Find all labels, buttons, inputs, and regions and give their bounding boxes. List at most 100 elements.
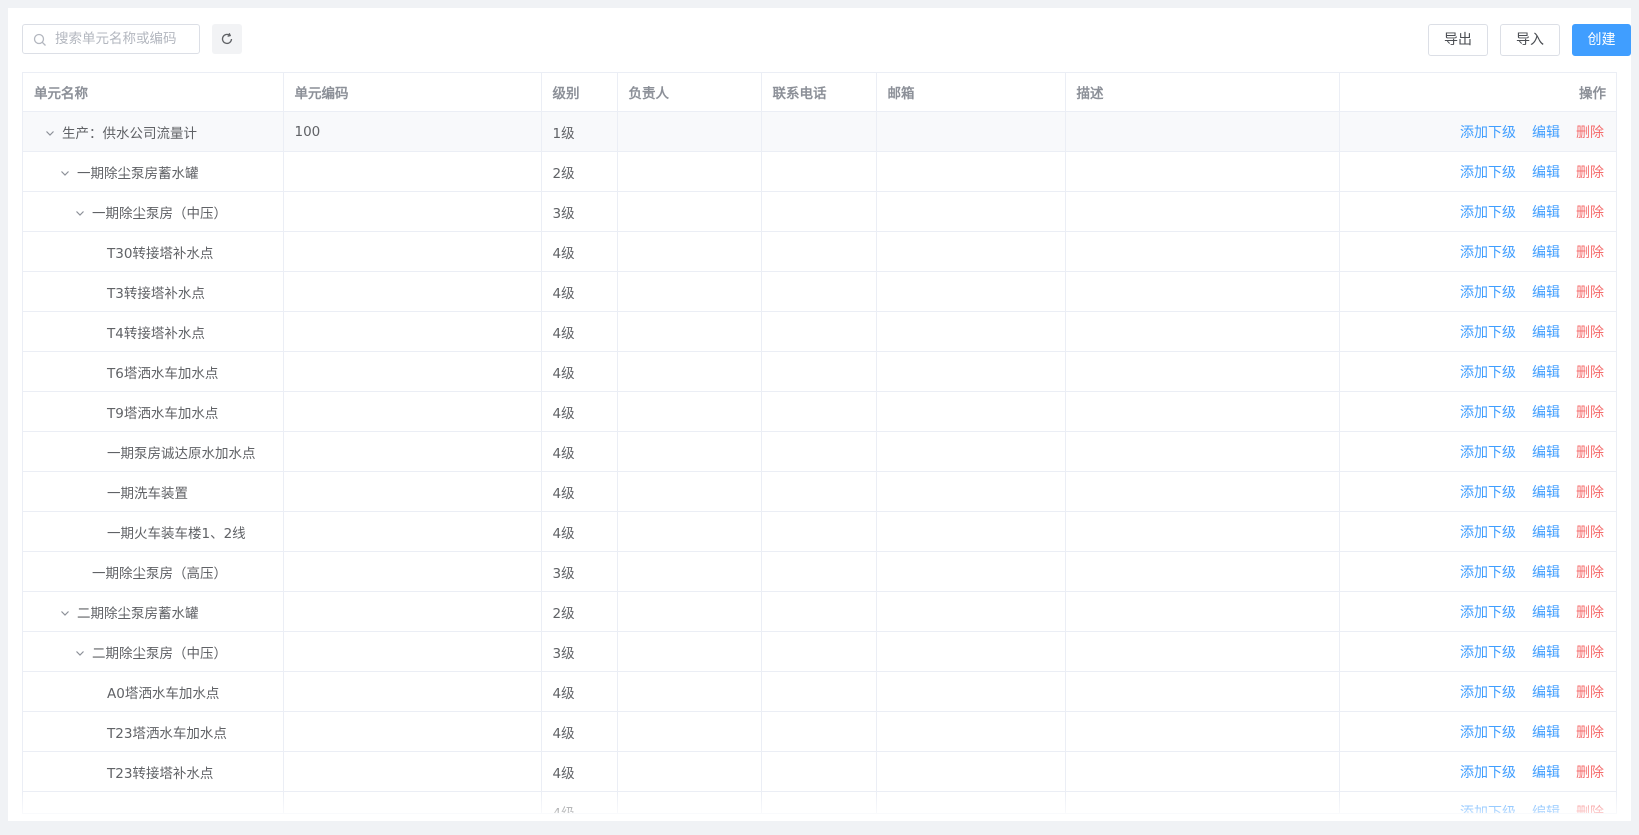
table-row[interactable]: 二期除尘泵房蓄水罐 2级 添加下级 编辑 删除 — [23, 591, 1616, 632]
edit-link[interactable]: 编辑 — [1532, 805, 1560, 814]
export-button[interactable]: 导出 — [1428, 24, 1488, 56]
delete-link[interactable]: 删除 — [1576, 205, 1604, 221]
delete-link[interactable]: 删除 — [1576, 485, 1604, 501]
search-box[interactable] — [22, 24, 200, 54]
chevron-down-icon[interactable] — [44, 127, 56, 139]
cell-email — [876, 711, 1066, 752]
edit-link[interactable]: 编辑 — [1532, 605, 1560, 621]
add-child-link[interactable]: 添加下级 — [1460, 605, 1516, 621]
edit-link[interactable]: 编辑 — [1532, 565, 1560, 581]
add-child-link[interactable]: 添加下级 — [1460, 525, 1516, 541]
edit-link[interactable]: 编辑 — [1532, 365, 1560, 381]
column-header-description[interactable]: 描述 — [1065, 73, 1340, 112]
delete-link[interactable]: 删除 — [1576, 525, 1604, 541]
delete-link[interactable]: 删除 — [1576, 245, 1604, 261]
table-row[interactable]: T3转接塔补水点 4级 添加下级 编辑 删除 — [23, 271, 1616, 312]
edit-link[interactable]: 编辑 — [1532, 125, 1560, 141]
table-row[interactable]: T23塔洒水车加水点 4级 添加下级 编辑 删除 — [23, 711, 1616, 752]
add-child-link[interactable]: 添加下级 — [1460, 565, 1516, 581]
column-header-level[interactable]: 级别 — [541, 73, 618, 112]
edit-link[interactable]: 编辑 — [1532, 285, 1560, 301]
refresh-button[interactable] — [212, 24, 242, 54]
delete-link[interactable]: 删除 — [1576, 405, 1604, 421]
edit-link[interactable]: 编辑 — [1532, 725, 1560, 741]
table-row[interactable]: T30转接塔补水点 4级 添加下级 编辑 删除 — [23, 231, 1616, 272]
add-child-link[interactable]: 添加下级 — [1460, 405, 1516, 421]
delete-link[interactable]: 删除 — [1576, 125, 1604, 141]
add-child-link[interactable]: 添加下级 — [1460, 445, 1516, 461]
cell-actions: 添加下级 编辑 删除 — [1339, 631, 1616, 672]
add-child-link[interactable]: 添加下级 — [1460, 685, 1516, 701]
unit-name: 一期除尘泵房（高压） — [92, 565, 227, 582]
cell-actions: 添加下级 编辑 删除 — [1339, 511, 1616, 552]
table-row[interactable]: 一期除尘泵房（中压） 3级 添加下级 编辑 删除 — [23, 191, 1616, 232]
add-child-link[interactable]: 添加下级 — [1460, 805, 1516, 814]
table-row[interactable]: 二期除尘泵房（中压） 3级 添加下级 编辑 删除 — [23, 631, 1616, 672]
delete-link[interactable]: 删除 — [1576, 685, 1604, 701]
delete-link[interactable]: 删除 — [1576, 365, 1604, 381]
chevron-down-icon[interactable] — [59, 167, 71, 179]
add-child-link[interactable]: 添加下级 — [1460, 165, 1516, 181]
table-row[interactable]: 一期除尘泵房（高压） 3级 添加下级 编辑 删除 — [23, 551, 1616, 592]
cell-level: 4级 — [541, 751, 618, 792]
table-row[interactable]: 一期火车装车楼1、2线 4级 添加下级 编辑 删除 — [23, 511, 1616, 552]
chevron-down-icon[interactable] — [74, 647, 86, 659]
unit-name: T9塔洒水车加水点 — [107, 405, 219, 422]
add-child-link[interactable]: 添加下级 — [1460, 765, 1516, 781]
edit-link[interactable]: 编辑 — [1532, 325, 1560, 341]
delete-link[interactable]: 删除 — [1576, 565, 1604, 581]
table-row[interactable]: 一期洗车装置 4级 添加下级 编辑 删除 — [23, 471, 1616, 512]
edit-link[interactable]: 编辑 — [1532, 645, 1560, 661]
table-row[interactable]: 一期泵房诚达原水加水点 4级 添加下级 编辑 删除 — [23, 431, 1616, 472]
column-header-code[interactable]: 单元编码 — [283, 73, 542, 112]
import-button[interactable]: 导入 — [1500, 24, 1560, 56]
delete-link[interactable]: 删除 — [1576, 445, 1604, 461]
table-row[interactable]: T9塔洒水车加水点 4级 添加下级 编辑 删除 — [23, 391, 1616, 432]
column-header-name[interactable]: 单元名称 — [23, 73, 284, 112]
add-child-link[interactable]: 添加下级 — [1460, 245, 1516, 261]
add-child-link[interactable]: 添加下级 — [1460, 205, 1516, 221]
add-child-link[interactable]: 添加下级 — [1460, 285, 1516, 301]
table-row[interactable]: 一期除尘泵房蓄水罐 2级 添加下级 编辑 删除 — [23, 151, 1616, 192]
table-row[interactable]: A0塔洒水车加水点 4级 添加下级 编辑 删除 — [23, 671, 1616, 712]
chevron-down-icon[interactable] — [59, 607, 71, 619]
delete-link[interactable]: 删除 — [1576, 285, 1604, 301]
edit-link[interactable]: 编辑 — [1532, 205, 1560, 221]
column-header-phone[interactable]: 联系电话 — [761, 73, 877, 112]
cell-name — [23, 791, 284, 813]
search-input[interactable] — [55, 25, 195, 53]
add-child-link[interactable]: 添加下级 — [1460, 365, 1516, 381]
add-child-link[interactable]: 添加下级 — [1460, 725, 1516, 741]
edit-link[interactable]: 编辑 — [1532, 685, 1560, 701]
add-child-link[interactable]: 添加下级 — [1460, 645, 1516, 661]
edit-link[interactable]: 编辑 — [1532, 765, 1560, 781]
create-button[interactable]: 创建 — [1572, 24, 1631, 56]
add-child-link[interactable]: 添加下级 — [1460, 325, 1516, 341]
edit-link[interactable]: 编辑 — [1532, 405, 1560, 421]
add-child-link[interactable]: 添加下级 — [1460, 125, 1516, 141]
table-row[interactable]: 4级 添加下级 编辑 删除 — [23, 791, 1616, 814]
refresh-icon — [221, 32, 233, 45]
table-row[interactable]: T6塔洒水车加水点 4级 添加下级 编辑 删除 — [23, 351, 1616, 392]
delete-link[interactable]: 删除 — [1576, 165, 1604, 181]
delete-link[interactable]: 删除 — [1576, 805, 1604, 814]
unit-name: 一期除尘泵房蓄水罐 — [77, 165, 199, 182]
add-child-link[interactable]: 添加下级 — [1460, 485, 1516, 501]
edit-link[interactable]: 编辑 — [1532, 165, 1560, 181]
delete-link[interactable]: 删除 — [1576, 325, 1604, 341]
edit-link[interactable]: 编辑 — [1532, 245, 1560, 261]
edit-link[interactable]: 编辑 — [1532, 525, 1560, 541]
delete-link[interactable]: 删除 — [1576, 765, 1604, 781]
delete-link[interactable]: 删除 — [1576, 605, 1604, 621]
table-row[interactable]: 生产：供水公司流量计 100 1级 添加下级 编辑 删除 — [23, 111, 1616, 152]
edit-link[interactable]: 编辑 — [1532, 485, 1560, 501]
chevron-down-icon[interactable] — [74, 207, 86, 219]
table-row[interactable]: T23转接塔补水点 4级 添加下级 编辑 删除 — [23, 751, 1616, 792]
edit-link[interactable]: 编辑 — [1532, 445, 1560, 461]
delete-link[interactable]: 删除 — [1576, 645, 1604, 661]
column-header-email[interactable]: 邮箱 — [876, 73, 1066, 112]
cell-email — [876, 591, 1066, 632]
delete-link[interactable]: 删除 — [1576, 725, 1604, 741]
table-row[interactable]: T4转接塔补水点 4级 添加下级 编辑 删除 — [23, 311, 1616, 352]
column-header-owner[interactable]: 负责人 — [617, 73, 762, 112]
